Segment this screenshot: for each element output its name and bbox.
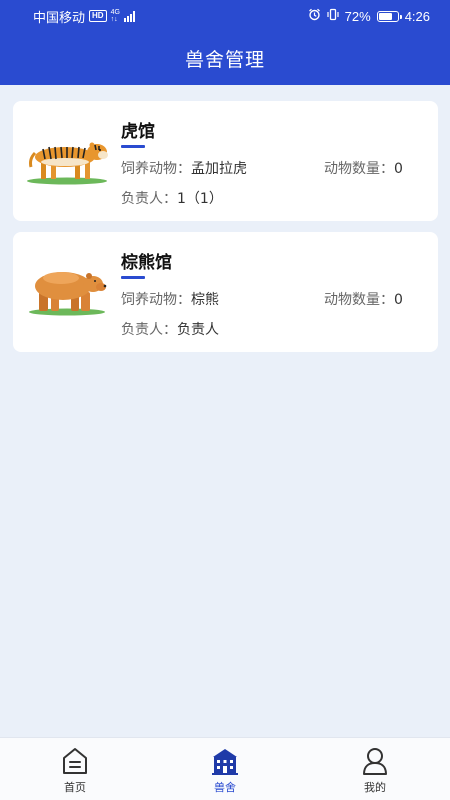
battery-icon <box>376 10 402 22</box>
home-icon <box>61 746 89 776</box>
bear-image <box>25 264 111 320</box>
title-underline <box>121 276 145 279</box>
feed-animal-row: 饲养动物：棕熊 <box>121 292 219 308</box>
carrier-name: 中国移动 <box>33 9 86 25</box>
nav-item-mine[interactable]: 我的 <box>300 738 450 800</box>
enclosure-card-tiger[interactable]: 虎馆 饲养动物：孟加拉虎 动物数量：0 负责人：1（1） <box>13 101 438 221</box>
nav-label: 我的 <box>364 781 386 794</box>
alarm-icon <box>308 8 321 24</box>
animal-count-row: 动物数量：0 <box>324 161 403 177</box>
hd-icon: HD <box>89 10 107 22</box>
status-bar: 中国移动 HD 4G ↑↓ 72% 4:26 <box>0 0 450 32</box>
app-header: 中国移动 HD 4G ↑↓ 72% 4:26 兽舍管理 <box>0 0 450 85</box>
page-title: 兽舍管理 <box>184 49 265 71</box>
vibrate-icon <box>327 8 339 24</box>
network-type: 4G ↑↓ <box>110 9 120 23</box>
owner-row: 负责人：1（1） <box>121 191 223 207</box>
clock: 4:26 <box>404 8 430 24</box>
title-underline <box>121 145 145 148</box>
building-icon <box>211 746 239 776</box>
nav-item-home[interactable]: 首页 <box>0 738 150 800</box>
user-icon <box>361 746 389 776</box>
owner-row: 负责人：负责人 <box>121 322 219 338</box>
tiger-image <box>25 133 111 189</box>
signal-icon <box>123 10 135 22</box>
animal-count-row: 动物数量：0 <box>324 292 403 308</box>
nav-label: 兽舍 <box>214 781 236 794</box>
nav-label: 首页 <box>64 781 86 794</box>
enclosure-card-bear[interactable]: 棕熊馆 饲养动物：棕熊 动物数量：0 负责人：负责人 <box>13 232 438 352</box>
feed-animal-row: 饲养动物：孟加拉虎 <box>121 161 247 177</box>
nav-item-enclosure[interactable]: 兽舍 <box>150 738 300 800</box>
enclosure-name: 虎馆 <box>121 122 155 142</box>
bottom-nav: 首页 兽舍 我的 <box>0 737 450 800</box>
battery-percent: 72% <box>344 8 371 24</box>
enclosure-name: 棕熊馆 <box>121 253 172 273</box>
